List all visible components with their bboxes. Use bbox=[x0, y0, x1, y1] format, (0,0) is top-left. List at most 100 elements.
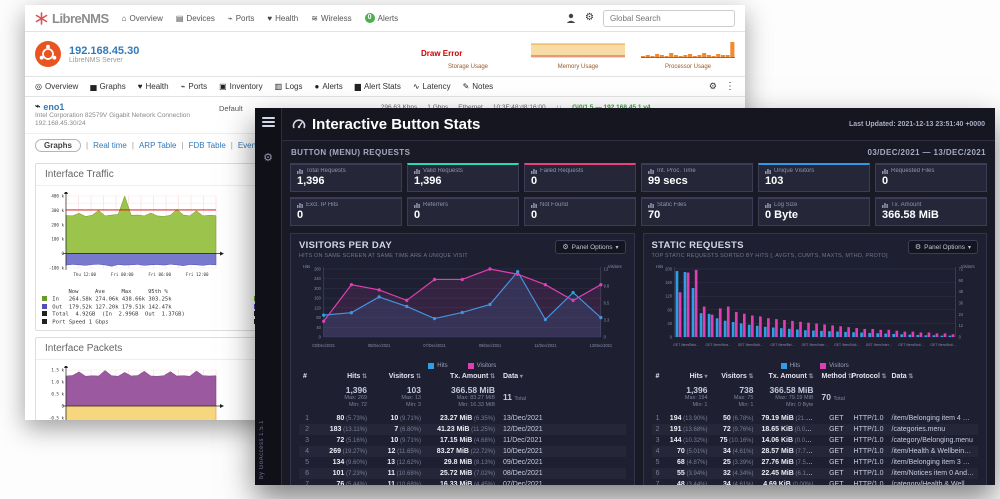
menu-hamburger-icon[interactable] bbox=[261, 117, 275, 129]
device-ip-link[interactable]: 192.168.45.30 bbox=[69, 45, 139, 57]
column-header-protocol[interactable]: Protocol ⇅ bbox=[848, 371, 888, 382]
sort-icon: ⇅ bbox=[879, 374, 887, 380]
column-header-data[interactable]: Data ⇅ bbox=[888, 371, 979, 382]
tab-overview[interactable]: ◎ Overview bbox=[35, 82, 78, 91]
nav-item-devices[interactable]: ▤ Devices bbox=[176, 13, 215, 23]
summary-value: 1,396 bbox=[686, 385, 708, 395]
date-range: 03/DEC/2021 — 13/DEC/2021 bbox=[867, 148, 986, 157]
stat-card-referrers[interactable]: Referrers 0 bbox=[407, 197, 519, 226]
tab-graphs[interactable]: ▅ Graphs bbox=[90, 82, 125, 91]
stat-card-static-files[interactable]: Static Files 70 bbox=[641, 197, 753, 226]
stat-card-valid-requests[interactable]: Valid Requests 1,396 bbox=[407, 163, 519, 192]
tab-inventory[interactable]: ▣ Inventory bbox=[219, 82, 262, 91]
column-header-visitors[interactable]: Visitors ⇅ bbox=[371, 371, 425, 382]
column-header-tx-amount[interactable]: Tx. Amount ⇅ bbox=[425, 371, 499, 382]
table-row[interactable]: 5 134 (9.60%) 13 (12.62%) 29.8 MiB (8.13%) 0… bbox=[299, 457, 626, 468]
processor-usage-graph[interactable]: Processor Usage bbox=[641, 38, 735, 70]
stats-settings-gear-icon[interactable] bbox=[263, 151, 273, 164]
summary-value: 1,396 bbox=[345, 385, 367, 395]
stat-card-value: 0 bbox=[531, 175, 538, 187]
legend-text: Total 4.92GB (In 2.99GB Out 1.37GB) bbox=[49, 311, 185, 318]
device-more-kebab-icon[interactable] bbox=[725, 81, 735, 92]
table-row[interactable]: 5 68 (4.87%) 25 (3.39%) 27.76 MiB (7.57%) GE… bbox=[652, 457, 978, 468]
panel-options-button[interactable]: Panel Options bbox=[907, 240, 978, 254]
svg-text:6.5: 6.5 bbox=[604, 300, 610, 305]
device-settings-gear-icon[interactable] bbox=[709, 81, 717, 92]
subtab-arp-table[interactable]: ARP Table bbox=[139, 141, 177, 150]
stat-card-not-found[interactable]: Not Found 0 bbox=[524, 197, 636, 226]
table-row[interactable]: 3 72 (5.16%) 10 (9.71%) 17.15 MiB (4.68%) 11… bbox=[299, 435, 626, 446]
table-row[interactable]: 6 55 (3.94%) 32 (4.34%) 22.45 MiB (6.12%) GE… bbox=[651, 468, 978, 479]
table-row[interactable]: 7 76 (5.44%) 11 (10.68%) 16.33 MiB (4.45%) 0… bbox=[299, 479, 626, 485]
inventory-icon: ▣ bbox=[219, 82, 227, 91]
stat-card-requested-files[interactable]: Requested Files 0 bbox=[875, 163, 987, 192]
svg-text:0.5 k: 0.5 k bbox=[51, 392, 64, 397]
stat-card-excl-ip-hits[interactable]: Excl. IP Hits 0 bbox=[290, 197, 402, 226]
tab-notes[interactable]: ✎ Notes bbox=[463, 82, 494, 91]
value: 23.27 MiB bbox=[440, 415, 473, 422]
global-search-input[interactable] bbox=[603, 9, 735, 27]
stat-card-tx-amount[interactable]: Tx. Amount 366.58 MiB bbox=[875, 197, 987, 226]
cell-hits: 101 (7.23%) bbox=[313, 468, 371, 479]
subtab-real-time[interactable]: Real time bbox=[93, 141, 127, 150]
last-updated-text: Last Updated: 2021-12-13 23:51:40 +0000 bbox=[849, 120, 985, 128]
value: 14.06 KiB bbox=[761, 437, 794, 444]
tab-alerts[interactable]: ● Alerts bbox=[314, 82, 342, 91]
table-row[interactable]: 3 144 (10.32%) 75 (10.16%) 14.06 KiB (0.00%… bbox=[652, 435, 979, 446]
tab-alert-stats[interactable]: ▆ Alert Stats bbox=[355, 82, 401, 91]
interface-packets-graph[interactable]: 1.5 k1.0 k0.5 k0-0.5 k-1.0 k-1.5 kThu 12… bbox=[42, 364, 232, 420]
stat-card-unique-visitors[interactable]: Unique Visitors 103 bbox=[758, 163, 870, 192]
nav-item-wireless[interactable]: ≋ Wireless bbox=[311, 13, 351, 23]
tab-ports[interactable]: ⌁ Ports bbox=[181, 82, 208, 91]
table-row[interactable]: 1 194 (13.90%) 50 (6.78%) 79.19 MiB (21.60%… bbox=[652, 413, 978, 424]
nav-item-health[interactable]: ♥ Health bbox=[267, 13, 298, 23]
cell-method: GET bbox=[829, 426, 844, 433]
table-row[interactable]: 4 269 (19.27%) 12 (11.65%) 83.27 MiB (22.72… bbox=[299, 446, 626, 457]
settings-gear-icon[interactable] bbox=[585, 13, 594, 23]
bar-chart-icon bbox=[765, 169, 771, 174]
legend-item-hits[interactable]: Hits bbox=[428, 363, 448, 369]
column-header-method[interactable]: Method ⇅ bbox=[818, 371, 854, 382]
stat-card-label: Total Requests bbox=[297, 168, 395, 174]
column-header-data[interactable]: Data ▾ bbox=[499, 371, 626, 382]
column-header-hits[interactable]: Hits ⇅ bbox=[313, 371, 371, 382]
nav-item-ports[interactable]: ⌁ Ports bbox=[228, 13, 255, 23]
column-header-hits[interactable]: Hits ▾ bbox=[664, 371, 712, 382]
user-icon[interactable] bbox=[566, 13, 576, 23]
table-row[interactable]: 2 191 (13.68%) 72 (9.76%) 18.65 KiB (0.00%)… bbox=[651, 424, 978, 435]
cell-visitors: 25 (3.39%) bbox=[712, 457, 758, 468]
value: 48 bbox=[677, 481, 685, 485]
stat-card-log-size[interactable]: Log Size 0 Byte bbox=[758, 197, 870, 226]
interface-traffic-graph[interactable]: 400 k300 k200 k100 k0-100 kThu 12:00Fri … bbox=[42, 190, 232, 326]
tab-health[interactable]: ♥ Health bbox=[138, 82, 169, 91]
panel-options-button[interactable]: Panel Options bbox=[555, 240, 626, 254]
memory-usage-graph[interactable]: Memory Usage bbox=[531, 38, 625, 70]
percent: (10.32%) bbox=[681, 438, 708, 444]
tab-latency[interactable]: ∿ Latency bbox=[413, 82, 451, 91]
subtab-graphs[interactable]: Graphs bbox=[35, 139, 82, 152]
nav-item-overview[interactable]: ⌂ Overview bbox=[122, 13, 163, 23]
legend-item-visitors[interactable]: Visitors bbox=[467, 363, 496, 369]
stat-card-int-proc-time[interactable]: Int. Proc. Time 99 secs bbox=[641, 163, 753, 192]
port-name-link[interactable]: ⌁ eno1 bbox=[35, 101, 205, 112]
librenms-logo[interactable]: LibreNMS bbox=[35, 11, 109, 26]
value: 27.76 MiB bbox=[761, 459, 794, 466]
svg-text:240: 240 bbox=[314, 276, 321, 281]
table-row[interactable]: 4 70 (5.01%) 34 (4.61%) 28.57 MiB (7.79%) GE… bbox=[651, 446, 978, 457]
table-row[interactable]: 7 48 (3.44%) 34 (4.61%) 4.69 KiB (0.00%) GET… bbox=[652, 479, 978, 485]
column-header-visitors[interactable]: Visitors ⇅ bbox=[712, 371, 758, 382]
legend-item-hits[interactable]: Hits bbox=[780, 363, 800, 369]
table-row[interactable]: 2 183 (13.11%) 7 (6.80%) 41.23 MiB (11.25%)… bbox=[299, 424, 626, 435]
subtab-fdb-table[interactable]: FDB Table bbox=[189, 141, 226, 150]
visitors-per-day-panel: VISITORS PER DAY HITS ON SAME SCREEN AT … bbox=[290, 233, 635, 485]
storage-usage-graph[interactable]: Draw Error Storage Usage bbox=[421, 43, 515, 71]
table-row[interactable]: 1 80 (5.73%) 10 (9.71%) 23.27 MiB (6.35%) 13… bbox=[299, 413, 626, 424]
cell-index: 5 bbox=[655, 459, 660, 466]
tab-logs[interactable]: ▥ Logs bbox=[275, 82, 303, 91]
stat-card-total-requests[interactable]: Total Requests 1,396 bbox=[290, 163, 402, 192]
legend-item-visitors[interactable]: Visitors bbox=[820, 363, 849, 369]
stat-card-failed-requests[interactable]: Failed Requests 0 bbox=[524, 163, 636, 192]
column-header-tx-amount[interactable]: Tx. Amount ⇅ bbox=[758, 371, 818, 382]
nav-item-alerts[interactable]: 0 Alerts bbox=[364, 13, 398, 23]
table-row[interactable]: 6 101 (7.23%) 11 (10.68%) 25.72 MiB (7.02%)… bbox=[299, 468, 626, 479]
